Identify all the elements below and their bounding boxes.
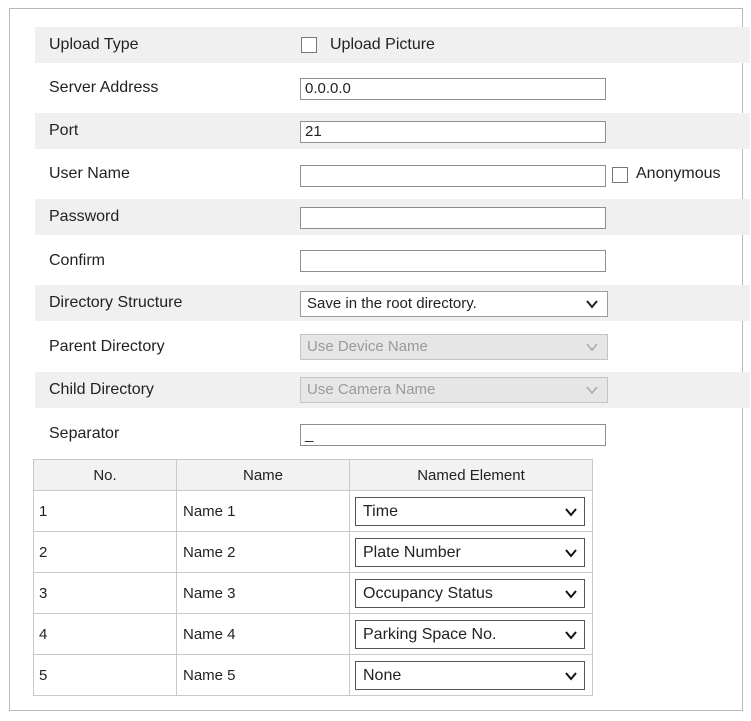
row-element-cell: Time	[349, 490, 593, 532]
named-element-select[interactable]: None	[355, 660, 585, 690]
header-name: Name	[176, 459, 350, 491]
directory-structure-value: Save in the root directory.	[307, 295, 477, 312]
header-no: No.	[33, 459, 177, 491]
child-directory-value: Use Camera Name	[307, 381, 436, 398]
naming-table: No. Name Named Element 1 Name 1 Time 2 N…	[33, 459, 593, 696]
port-input[interactable]: 21	[300, 121, 606, 143]
password-label: Password	[49, 208, 120, 225]
parent-directory-select[interactable]: Use Device Name	[300, 334, 608, 360]
table-header-row: No. Name Named Element	[33, 459, 593, 491]
confirm-label: Confirm	[49, 252, 106, 269]
table-row: 2 Name 2 Plate Number	[33, 531, 593, 573]
table-row: 5 Name 5 None	[33, 654, 593, 696]
header-named-element: Named Element	[349, 459, 593, 491]
row-number: 4	[33, 613, 177, 655]
named-element-select[interactable]: Plate Number	[355, 537, 585, 567]
anonymous-checkbox[interactable]	[612, 167, 628, 183]
table-row: 3 Name 3 Occupancy Status	[33, 572, 593, 614]
separator-label: Separator	[49, 425, 120, 442]
chevron-down-icon	[565, 630, 577, 640]
upload-picture-checkbox[interactable]	[301, 37, 317, 53]
server-address-label: Server Address	[49, 79, 159, 96]
row-name: Name 2	[176, 531, 350, 573]
child-directory-select[interactable]: Use Camera Name	[300, 377, 608, 403]
user-name-input[interactable]	[300, 165, 606, 187]
chevron-down-icon	[586, 343, 598, 352]
chevron-down-icon	[565, 589, 577, 599]
named-element-value: Parking Space No.	[363, 625, 497, 643]
named-element-value: Plate Number	[363, 543, 461, 561]
named-element-select[interactable]: Time	[355, 496, 585, 526]
named-element-value: Occupancy Status	[363, 584, 493, 602]
password-input[interactable]	[300, 207, 606, 229]
child-directory-label: Child Directory	[49, 381, 154, 398]
row-name: Name 3	[176, 572, 350, 614]
chevron-down-icon	[565, 548, 577, 558]
user-name-label: User Name	[49, 165, 130, 182]
row-name: Name 5	[176, 654, 350, 696]
separator-input[interactable]: _	[300, 424, 606, 446]
row-element-cell: Parking Space No.	[349, 613, 593, 655]
directory-structure-select[interactable]: Save in the root directory.	[300, 291, 608, 317]
row-upload-type: Upload Type Upload Picture	[35, 27, 750, 63]
parent-directory-label: Parent Directory	[49, 338, 165, 355]
server-address-input[interactable]: 0.0.0.0	[300, 78, 606, 100]
row-number: 2	[33, 531, 177, 573]
upload-picture-label: Upload Picture	[330, 36, 435, 53]
row-number: 1	[33, 490, 177, 532]
directory-structure-label: Directory Structure	[49, 294, 183, 311]
row-element-cell: Occupancy Status	[349, 572, 593, 614]
named-element-value: None	[363, 666, 402, 684]
table-row: 1 Name 1 Time	[33, 490, 593, 532]
named-element-select[interactable]: Parking Space No.	[355, 619, 585, 649]
row-number: 5	[33, 654, 177, 696]
row-number: 3	[33, 572, 177, 614]
named-element-value: Time	[363, 502, 398, 520]
anonymous-label: Anonymous	[636, 165, 721, 182]
upload-type-label: Upload Type	[49, 36, 139, 53]
port-label: Port	[49, 122, 79, 139]
parent-directory-value: Use Device Name	[307, 338, 428, 355]
chevron-down-icon	[586, 300, 598, 309]
chevron-down-icon	[565, 507, 577, 517]
row-name: Name 1	[176, 490, 350, 532]
row-element-cell: None	[349, 654, 593, 696]
row-element-cell: Plate Number	[349, 531, 593, 573]
confirm-password-input[interactable]	[300, 250, 606, 272]
row-name: Name 4	[176, 613, 350, 655]
chevron-down-icon	[565, 671, 577, 681]
named-element-select[interactable]: Occupancy Status	[355, 578, 585, 608]
table-row: 4 Name 4 Parking Space No.	[33, 613, 593, 655]
chevron-down-icon	[586, 386, 598, 395]
